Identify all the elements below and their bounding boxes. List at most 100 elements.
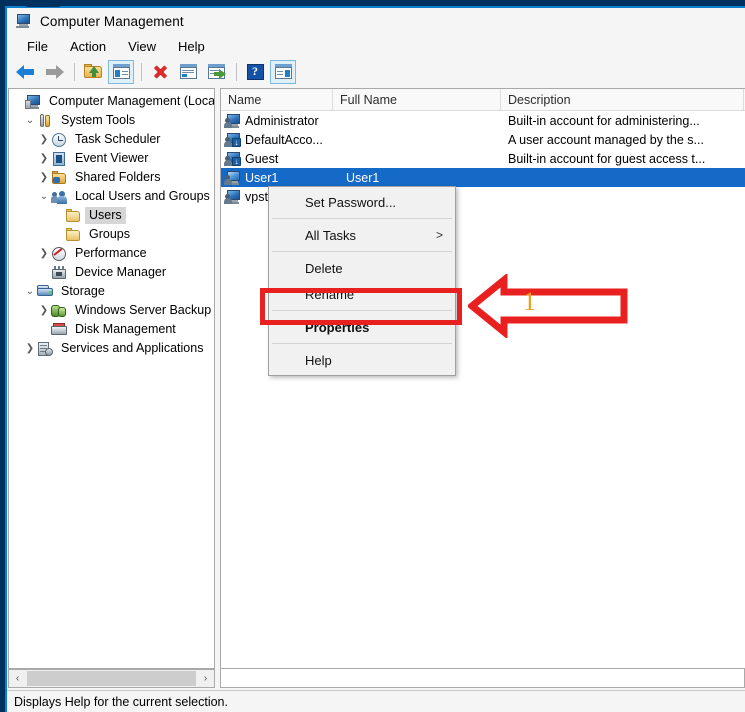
- tree-item-storage[interactable]: ⌄ Storage: [9, 282, 214, 301]
- user-icon: ↓: [224, 151, 241, 167]
- tree-item-label: Services and Applications: [61, 341, 204, 355]
- users-list-panel[interactable]: Name Full Name Description Administrator…: [220, 88, 745, 669]
- list-panel-bottom: [220, 669, 745, 688]
- menu-view[interactable]: View: [117, 37, 167, 56]
- chevron-down-icon[interactable]: ⌄: [37, 191, 51, 202]
- toolbar: ?: [7, 58, 745, 85]
- tree-item-services-and-applications[interactable]: ❯ Services and Applications: [9, 339, 214, 358]
- column-header-name[interactable]: Name: [221, 89, 333, 111]
- chevron-right-icon: >: [435, 228, 443, 242]
- toolbar-separator: [74, 62, 75, 81]
- titlebar: Computer Management: [7, 8, 745, 34]
- tree-item-windows-server-backup[interactable]: ❯ Windows Server Backup: [9, 301, 214, 320]
- services-icon: [37, 341, 53, 357]
- tree-item-performance[interactable]: ❯ Performance: [9, 244, 214, 263]
- tree-item-disk-management[interactable]: Disk Management: [9, 320, 214, 339]
- user-icon: [224, 113, 241, 129]
- backup-icon: [51, 303, 67, 319]
- help-icon: ?: [246, 63, 264, 80]
- tree-item-users[interactable]: Users: [9, 206, 214, 225]
- cell-description: A user account managed by the s...: [508, 132, 704, 147]
- forward-button[interactable]: [41, 60, 67, 84]
- context-menu[interactable]: Set Password... All Tasks > Delete Renam…: [268, 186, 456, 376]
- chevron-right-icon[interactable]: ❯: [37, 153, 51, 164]
- scroll-right-button[interactable]: ›: [197, 670, 214, 687]
- annotation-arrow-icon: [468, 274, 628, 338]
- column-header-full-name[interactable]: Full Name: [333, 89, 501, 111]
- column-header-description[interactable]: Description: [501, 89, 744, 111]
- scrollbar-thumb[interactable]: [27, 671, 196, 686]
- forward-arrow-icon: [44, 64, 64, 80]
- tree-item-task-scheduler[interactable]: ❯ Task Scheduler: [9, 130, 214, 149]
- up-one-level-button[interactable]: [80, 60, 106, 84]
- tree-item-event-viewer[interactable]: ❯ Event Viewer: [9, 149, 214, 168]
- context-menu-item-help[interactable]: Help: [269, 347, 455, 373]
- tree-item-label: Computer Management (Local: [49, 94, 215, 108]
- tree-item-groups[interactable]: Groups: [9, 225, 214, 244]
- scroll-left-button[interactable]: ‹: [9, 670, 26, 687]
- list-column-headers: Name Full Name Description: [221, 89, 745, 111]
- chevron-right-icon[interactable]: ❯: [37, 134, 51, 145]
- tree-item-computer-management[interactable]: Computer Management (Local: [9, 92, 214, 111]
- user-icon: [224, 189, 241, 205]
- tree-item-device-manager[interactable]: Device Manager: [9, 263, 214, 282]
- help-button[interactable]: ?: [242, 60, 268, 84]
- chevron-down-icon[interactable]: ⌄: [23, 286, 37, 297]
- shared-folders-icon: [51, 170, 67, 186]
- annotation-step-number: 1: [523, 287, 536, 316]
- chevron-right-icon[interactable]: ❯: [37, 305, 51, 316]
- menu-action[interactable]: Action: [59, 37, 117, 56]
- cell-name: Administrator: [221, 113, 333, 129]
- user-icon: ↓: [224, 132, 241, 148]
- user-icon: [224, 170, 241, 186]
- delete-icon: [152, 64, 168, 79]
- chevron-right-icon[interactable]: ❯: [37, 248, 51, 259]
- show-hide-console-tree-button[interactable]: [108, 59, 134, 84]
- properties-icon: [179, 64, 197, 79]
- disk-management-icon: [51, 322, 67, 338]
- tree-item-system-tools[interactable]: ⌄ System Tools: [9, 111, 214, 130]
- window-frame-notch: [22, 0, 64, 7]
- menubar: File Action View Help: [7, 34, 745, 58]
- tree-item-shared-folders[interactable]: ❯ Shared Folders: [9, 168, 214, 187]
- tree-item-label: Local Users and Groups: [75, 189, 210, 203]
- tree-item-local-users-and-groups[interactable]: ⌄ Local Users and Groups: [9, 187, 214, 206]
- table-row-selected[interactable]: User1 User1: [221, 168, 745, 187]
- chevron-down-icon[interactable]: ⌄: [23, 115, 37, 126]
- table-row[interactable]: ↓ Guest Built-in account for guest acces…: [221, 149, 745, 168]
- computer-icon: [25, 94, 41, 110]
- tree-item-label: Performance: [75, 246, 147, 260]
- context-menu-item-set-password[interactable]: Set Password...: [269, 189, 455, 215]
- show-action-pane-icon: [274, 64, 292, 79]
- delete-button[interactable]: [147, 60, 173, 84]
- chevron-right-icon[interactable]: ❯: [37, 172, 51, 183]
- toolbar-separator: [236, 62, 237, 81]
- tree-item-label: Disk Management: [75, 322, 176, 336]
- back-button[interactable]: [13, 60, 39, 84]
- table-row[interactable]: ↓ DefaultAcco... A user account managed …: [221, 130, 745, 149]
- show-hide-console-tree-icon: [112, 64, 130, 79]
- context-menu-item-delete[interactable]: Delete: [269, 255, 455, 281]
- cell-description: Built-in account for guest access t...: [508, 151, 706, 166]
- cell-name: ↓ DefaultAcco...: [221, 132, 333, 148]
- folder-icon: [65, 227, 81, 243]
- menu-divider: [272, 343, 452, 344]
- context-menu-item-all-tasks[interactable]: All Tasks >: [269, 222, 455, 248]
- menu-divider: [272, 218, 452, 219]
- show-action-pane-button[interactable]: [270, 59, 296, 84]
- menu-file[interactable]: File: [16, 37, 59, 56]
- tree-item-label: Shared Folders: [75, 170, 161, 184]
- tree-horizontal-scrollbar[interactable]: ‹ ›: [8, 669, 215, 688]
- up-one-level-icon: [84, 64, 102, 79]
- chevron-right-icon[interactable]: ❯: [23, 343, 37, 354]
- export-list-button[interactable]: [203, 60, 229, 84]
- tree-item-label: Storage: [61, 284, 105, 298]
- properties-button[interactable]: [175, 60, 201, 84]
- table-row[interactable]: Administrator Built-in account for admin…: [221, 111, 745, 130]
- export-list-icon: [207, 64, 226, 79]
- tree-item-label: Task Scheduler: [75, 132, 161, 146]
- console-tree-panel[interactable]: Computer Management (Local ⌄ System Tool…: [8, 88, 215, 669]
- performance-icon: [51, 246, 67, 262]
- menu-help[interactable]: Help: [167, 37, 216, 56]
- back-arrow-icon: [16, 64, 36, 80]
